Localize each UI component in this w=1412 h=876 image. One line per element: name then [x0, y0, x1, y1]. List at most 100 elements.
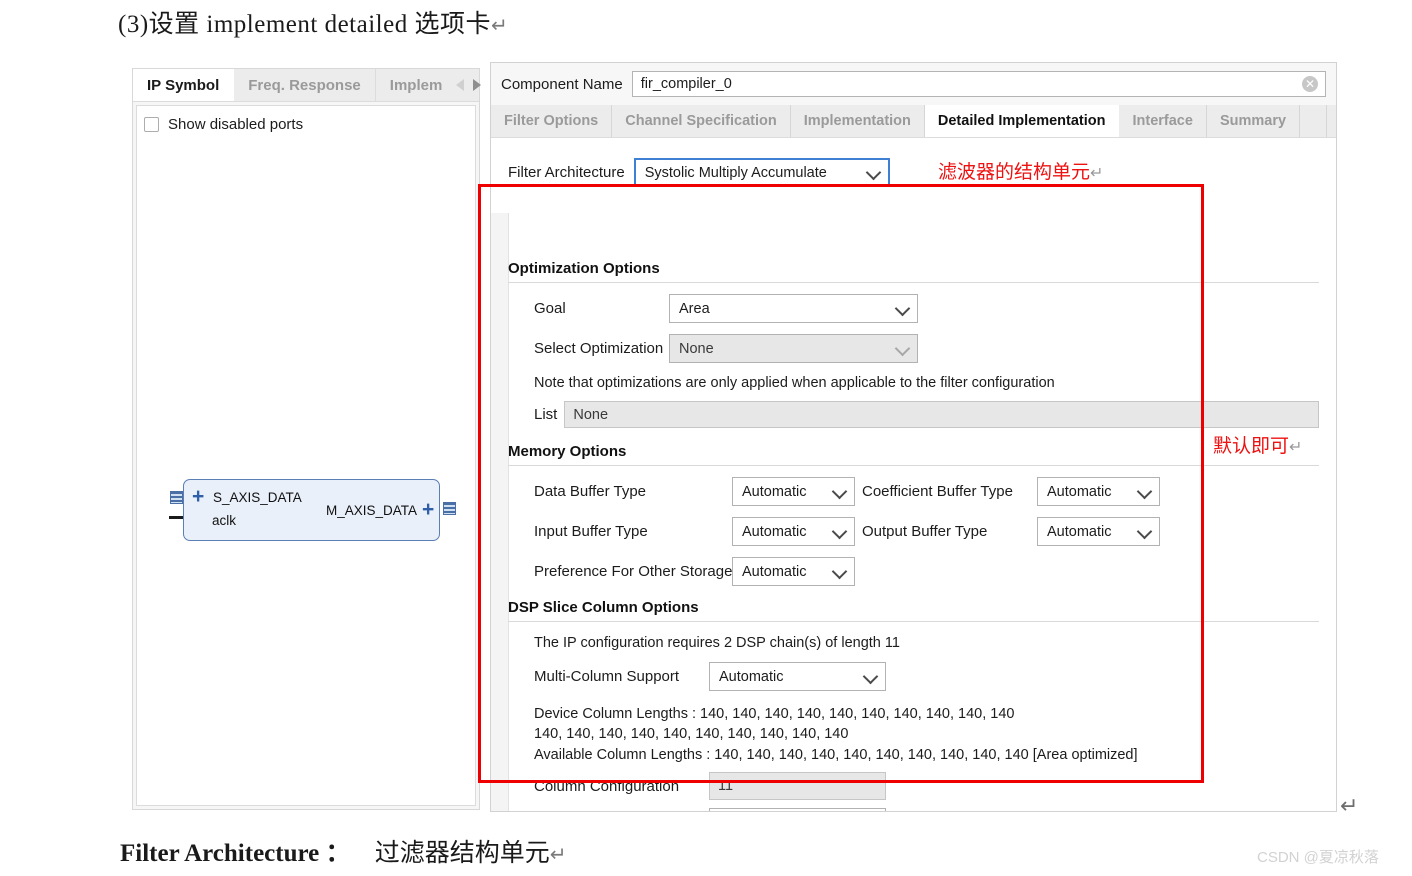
triangle-left-icon[interactable] — [456, 79, 465, 91]
available-column-lengths: Available Column Lengths : 140, 140, 140… — [534, 747, 1138, 763]
select-optimization-value: None — [679, 340, 714, 357]
data-buffer-type-label: Data Buffer Type — [534, 483, 647, 500]
tab-filter-options-label: Filter Options — [504, 113, 599, 129]
component-name-value: fir_compiler_0 — [640, 76, 732, 92]
input-port-expand-icon[interactable]: + — [192, 486, 204, 507]
csdn-watermark: CSDN @夏凉秋落 — [1257, 849, 1379, 866]
select-optimization-select[interactable]: None — [669, 334, 918, 363]
column-configuration-value: 11 — [718, 778, 734, 794]
pilcrow-mark: ↵ — [1289, 439, 1303, 456]
output-port-expand-icon[interactable]: + — [422, 499, 434, 520]
optimization-options-divider — [508, 282, 1319, 283]
list-field[interactable]: None — [564, 401, 1319, 428]
multi-column-support-row: Multi-Column Support Automatic — [534, 662, 1319, 691]
memory-options-title: Memory Options — [508, 443, 627, 460]
column-configuration-input[interactable]: 11 — [709, 772, 886, 800]
goal-select[interactable]: Area — [669, 294, 918, 323]
output-buffer-type-select[interactable]: Automatic — [1037, 517, 1160, 546]
tab-freq-response[interactable]: Freq. Response — [234, 69, 376, 101]
preference-for-other-storage-value: Automatic — [742, 563, 807, 580]
stray-pilcrow-mark: ↵ — [1340, 793, 1359, 818]
tab-detailed-implementation-label: Detailed Implementation — [937, 113, 1106, 129]
annotation-architecture-note-text: 滤波器的结构单元 — [938, 162, 1091, 183]
pilcrow-mark: ↵ — [549, 844, 567, 866]
page-footer-english: Filter Architecture ： — [120, 840, 351, 867]
dsp-slice-column-options-title: DSP Slice Column Options — [508, 599, 699, 616]
preference-for-other-storage-select[interactable]: Automatic — [732, 557, 855, 586]
dialog-tab-bar: Filter Options Channel Specification Imp… — [491, 105, 1336, 138]
device-column-lengths-line-2: 140, 140, 140, 140, 140, 140, 140, 140, … — [534, 726, 849, 742]
input-buffer-type-select[interactable]: Automatic — [732, 517, 855, 546]
column-configuration-label: Column Configuration — [534, 777, 680, 795]
filter-architecture-select[interactable]: Systolic Multiply Accumulate — [633, 158, 890, 187]
select-optimization-label: Select Optimization — [534, 340, 664, 357]
panel-left-gutter — [491, 213, 509, 811]
data-buffer-type-select[interactable]: Automatic — [732, 477, 855, 506]
triangle-right-icon[interactable] — [473, 79, 482, 91]
tab-summary[interactable]: Summary — [1207, 105, 1301, 137]
tab-summary-label: Summary — [1219, 113, 1287, 129]
coefficient-buffer-type-select[interactable]: Automatic — [1037, 477, 1160, 506]
component-name-input[interactable]: fir_compiler_0 ✕ — [631, 71, 1326, 97]
annotation-architecture-note: 滤波器的结构单元↵ — [938, 157, 1103, 184]
chevron-down-icon — [865, 164, 881, 180]
filter-architecture-label: Filter Architecture — [508, 164, 625, 181]
clock-port-label: aclk — [212, 513, 237, 528]
tab-ip-symbol-label: IP Symbol — [147, 76, 220, 94]
multi-column-support-value: Automatic — [719, 668, 784, 685]
select-optimization-row: Select Optimization None — [534, 334, 1319, 363]
coefficient-buffer-type-label: Coefficient Buffer Type — [862, 483, 1013, 500]
list-label: List — [534, 406, 558, 423]
input-buffer-row: Input Buffer Type Automatic Output Buffe… — [534, 517, 1319, 546]
clock-pin-icon — [169, 516, 184, 519]
tab-implementation[interactable]: Implementation — [791, 105, 925, 137]
list-value: None — [573, 406, 609, 423]
show-disabled-ports-row[interactable]: Show disabled ports — [144, 116, 303, 133]
ip-configuration-dialog: Component Name fir_compiler_0 ✕ Filter O… — [490, 62, 1337, 812]
annotation-defaults-note-text: 默认即可 — [1213, 436, 1290, 457]
tab-implementation-label: Implementation — [803, 113, 911, 129]
inter-column-pipe-length-row: Inter-Column Pipe Length 4 ✕ [1 - 16] — [534, 808, 1319, 811]
annotation-defaults-note: 默认即可↵ — [1213, 431, 1302, 458]
show-disabled-ports-checkbox[interactable] — [144, 117, 159, 132]
goal-row: Goal Area — [534, 294, 1319, 323]
tab-filter-options[interactable]: Filter Options — [491, 105, 613, 137]
ip-symbol-panel: IP Symbol Freq. Response Implem Show dis… — [132, 68, 504, 810]
input-bus-pin-icon — [170, 491, 183, 504]
dsp-requirement-text: The IP configuration requires 2 DSP chai… — [534, 635, 900, 651]
detailed-implementation-panel: Filter Architecture Systolic Multiply Ac… — [491, 138, 1336, 811]
column-configuration-row: Column Configuration 11 — [534, 772, 1319, 800]
preference-other-storage-row: Preference For Other Storage Automatic — [534, 557, 1319, 586]
tab-interface-label: Interface — [1132, 113, 1193, 129]
goal-label: Goal — [534, 300, 566, 317]
optimization-note: Note that optimizations are only applied… — [534, 375, 1055, 391]
optimization-options-title: Optimization Options — [508, 260, 660, 277]
data-buffer-type-value: Automatic — [742, 483, 807, 500]
tab-ip-symbol[interactable]: IP Symbol — [133, 69, 235, 101]
inter-column-pipe-length-input[interactable]: 4 ✕ — [709, 808, 886, 811]
ip-symbol-canvas: Show disabled ports + S_AXIS_DATA aclk M… — [136, 105, 476, 806]
clear-icon[interactable]: ✕ — [1302, 76, 1318, 92]
component-name-label: Component Name — [501, 75, 623, 93]
tab-detailed-implementation[interactable]: Detailed Implementation — [924, 105, 1120, 137]
tab-implementation-partial-label: Implem — [389, 76, 443, 94]
input-port-label: S_AXIS_DATA — [213, 490, 302, 505]
pilcrow-mark: ↵ — [1090, 165, 1104, 182]
dsp-slice-column-options-divider — [508, 621, 1319, 622]
chevron-down-icon — [894, 340, 911, 356]
tab-channel-specification[interactable]: Channel Specification — [612, 105, 791, 137]
component-name-row: Component Name fir_compiler_0 ✕ — [491, 63, 1336, 105]
filter-architecture-row: Filter Architecture Systolic Multiply Ac… — [508, 158, 890, 187]
tab-freq-response-label: Freq. Response — [248, 76, 361, 94]
chevron-down-icon — [1136, 483, 1153, 499]
multi-column-support-select[interactable]: Automatic — [709, 662, 886, 691]
page-footer-note: Filter Architecture ： 过滤器结构单元↵ — [120, 833, 567, 869]
input-buffer-type-label: Input Buffer Type — [534, 523, 648, 540]
chevron-down-icon — [831, 563, 848, 579]
tab-implementation-partial[interactable]: Implem — [376, 69, 457, 101]
input-buffer-type-value: Automatic — [742, 523, 807, 540]
output-buffer-type-value: Automatic — [1047, 523, 1112, 540]
multi-column-support-label: Multi-Column Support — [534, 668, 680, 685]
pilcrow-mark: ↵ — [490, 15, 509, 37]
tab-interface[interactable]: Interface — [1119, 105, 1207, 137]
